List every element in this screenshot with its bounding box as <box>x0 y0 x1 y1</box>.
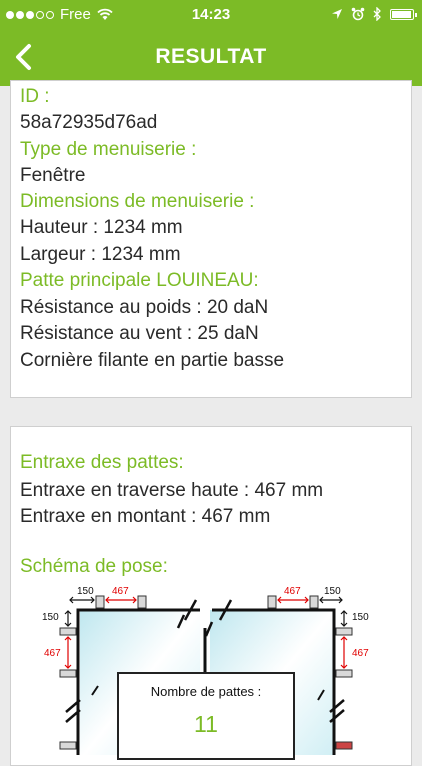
dim-150-right: 150 <box>352 612 369 623</box>
dim-467-top-left: 467 <box>112 586 129 597</box>
bracket-top-right-1 <box>267 595 277 609</box>
schema-label: Schéma de pose: <box>20 556 168 577</box>
type-label: Type de menuiserie : <box>20 139 197 160</box>
traverse-value: Entraxe en traverse haute : 467 mm <box>20 480 324 501</box>
bracket-top-left-1 <box>95 595 105 609</box>
vent-value: Résistance au vent : 25 daN <box>20 323 259 344</box>
dim-467-right: 467 <box>352 648 369 659</box>
montant-value: Entraxe en montant : 467 mm <box>20 506 271 527</box>
dim-150-top-left: 150 <box>77 586 94 597</box>
pattes-count-label: Nombre de pattes : <box>150 684 262 699</box>
location-arrow-icon <box>332 9 342 19</box>
bracket-top-right-2 <box>309 595 319 609</box>
status-right <box>331 7 417 21</box>
battery-icon <box>390 8 417 20</box>
dim-150-left: 150 <box>42 612 59 623</box>
poids-value: Résistance au poids : 20 daN <box>20 297 269 318</box>
pattes-count-value: 11 <box>194 711 218 737</box>
id-label: ID : <box>20 86 50 107</box>
entraxe-label: Entraxe des pattes: <box>20 452 184 473</box>
dim-467-left: 467 <box>44 648 61 659</box>
status-bar: Free 14:23 <box>0 0 422 30</box>
dimensions-label: Dimensions de menuiserie : <box>20 191 255 212</box>
pattes-count-box: Nombre de pattes : 11 <box>117 672 295 760</box>
bracket-left-3 <box>59 741 77 750</box>
largeur-value: Largeur : 1234 mm <box>20 244 181 265</box>
bracket-left-2 <box>59 669 77 678</box>
bracket-right-1 <box>335 627 353 636</box>
alarm-clock-icon <box>351 7 365 21</box>
dim-150-top-right: 150 <box>324 586 341 597</box>
bracket-left-1 <box>59 627 77 636</box>
type-value: Fenêtre <box>20 165 86 186</box>
bracket-right-2 <box>335 669 353 678</box>
bracket-right-3 <box>335 741 353 750</box>
corniere-value: Cornière filante en partie basse <box>20 350 285 371</box>
bracket-top-left-2 <box>137 595 147 609</box>
hauteur-value: Hauteur : 1234 mm <box>20 217 183 238</box>
nav-bar: RESULTAT <box>0 30 422 86</box>
bluetooth-icon <box>373 7 381 21</box>
patte-label: Patte principale LOUINEAU: <box>20 270 259 291</box>
page-title: RESULTAT <box>155 45 267 68</box>
id-value: 58a72935d76ad <box>20 112 158 133</box>
dim-467-top-right: 467 <box>284 586 301 597</box>
